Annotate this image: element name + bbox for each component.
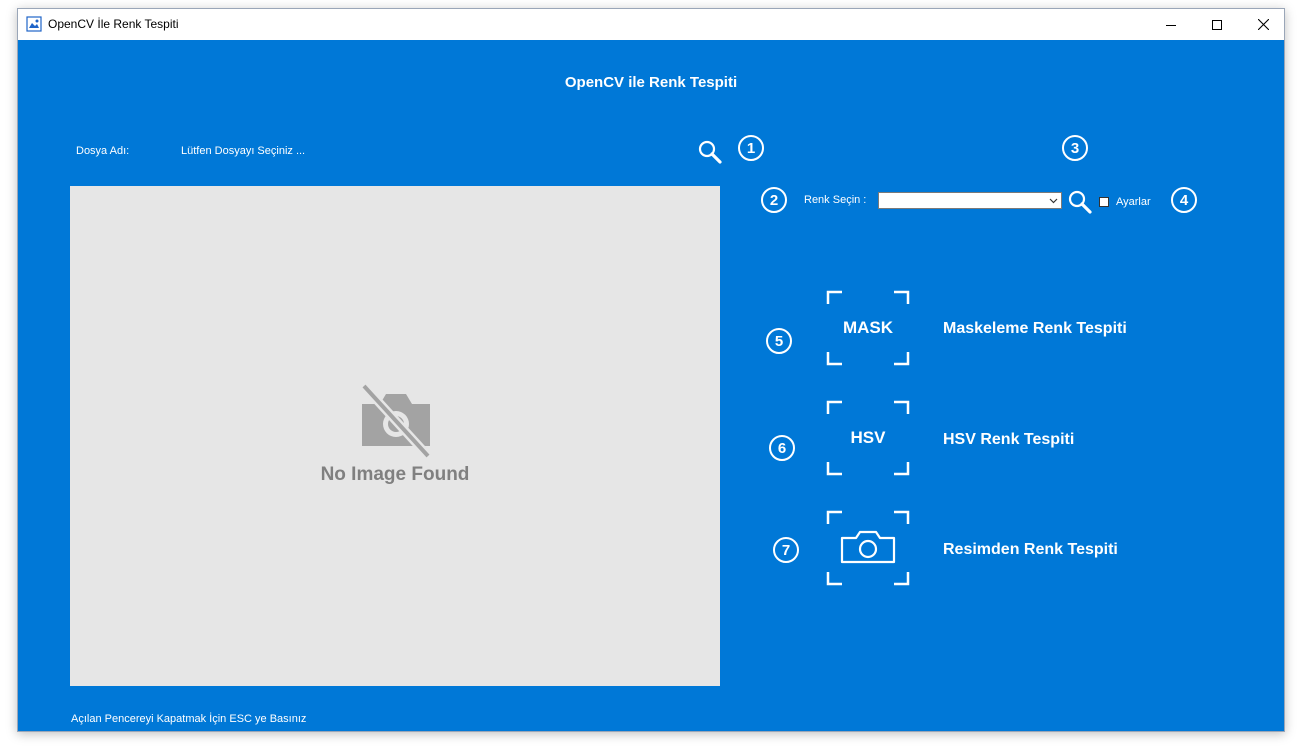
color-search-icon[interactable] (1067, 189, 1093, 215)
minimize-button[interactable] (1148, 9, 1194, 40)
color-select-dropdown[interactable] (878, 192, 1062, 209)
no-image-text: No Image Found (320, 464, 470, 485)
app-icon (26, 16, 42, 32)
image-detect-button[interactable] (826, 510, 910, 586)
no-camera-icon (360, 382, 432, 460)
close-icon (1257, 19, 1269, 30)
close-button[interactable] (1240, 9, 1286, 40)
marker-2: 2 (761, 187, 787, 213)
footer-hint: Açılan Pencereyi Kapatmak İçin ESC ye Ba… (71, 713, 307, 725)
title-bar: OpenCV İle Renk Tespiti (18, 9, 1284, 40)
app-window: OpenCV İle Renk Tespiti OpenCV ile Renk … (17, 8, 1285, 732)
mask-button[interactable]: MASK (826, 290, 910, 366)
color-select-label: Renk Seçin : (804, 194, 867, 206)
main-panel: OpenCV ile Renk Tespiti Dosya Adı: Lütfe… (18, 40, 1284, 731)
window-title: OpenCV İle Renk Tespiti (48, 17, 179, 31)
marker-7: 7 (773, 537, 799, 563)
settings-checkbox[interactable] (1099, 197, 1109, 207)
marker-5: 5 (766, 328, 792, 354)
file-name-label: Dosya Adı: (76, 145, 130, 157)
marker-4: 4 (1171, 187, 1197, 213)
maximize-icon (1212, 19, 1222, 30)
mask-action-label: Maskeleme Renk Tespiti (943, 320, 1127, 337)
settings-label: Ayarlar (1116, 196, 1151, 208)
hsv-action-label: HSV Renk Tespiti (943, 431, 1075, 448)
marker-3: 3 (1062, 135, 1088, 161)
hsv-button[interactable]: HSV (826, 400, 910, 476)
chevron-down-icon (1049, 198, 1058, 204)
image-action-label: Resimden Renk Tespiti (943, 541, 1118, 558)
image-preview: No Image Found (70, 186, 720, 686)
maximize-button[interactable] (1194, 9, 1240, 40)
minimize-icon (1166, 24, 1176, 26)
marker-1: 1 (738, 135, 764, 161)
page-title: OpenCV ile Renk Tespiti (564, 74, 738, 91)
camera-icon (840, 530, 896, 564)
hsv-tile-text: HSV (850, 428, 886, 447)
file-name-value: Lütfen Dosyayı Seçiniz ... (181, 145, 306, 157)
search-icon[interactable] (697, 139, 723, 165)
mask-tile-text: MASK (842, 318, 894, 337)
marker-6: 6 (769, 435, 795, 461)
